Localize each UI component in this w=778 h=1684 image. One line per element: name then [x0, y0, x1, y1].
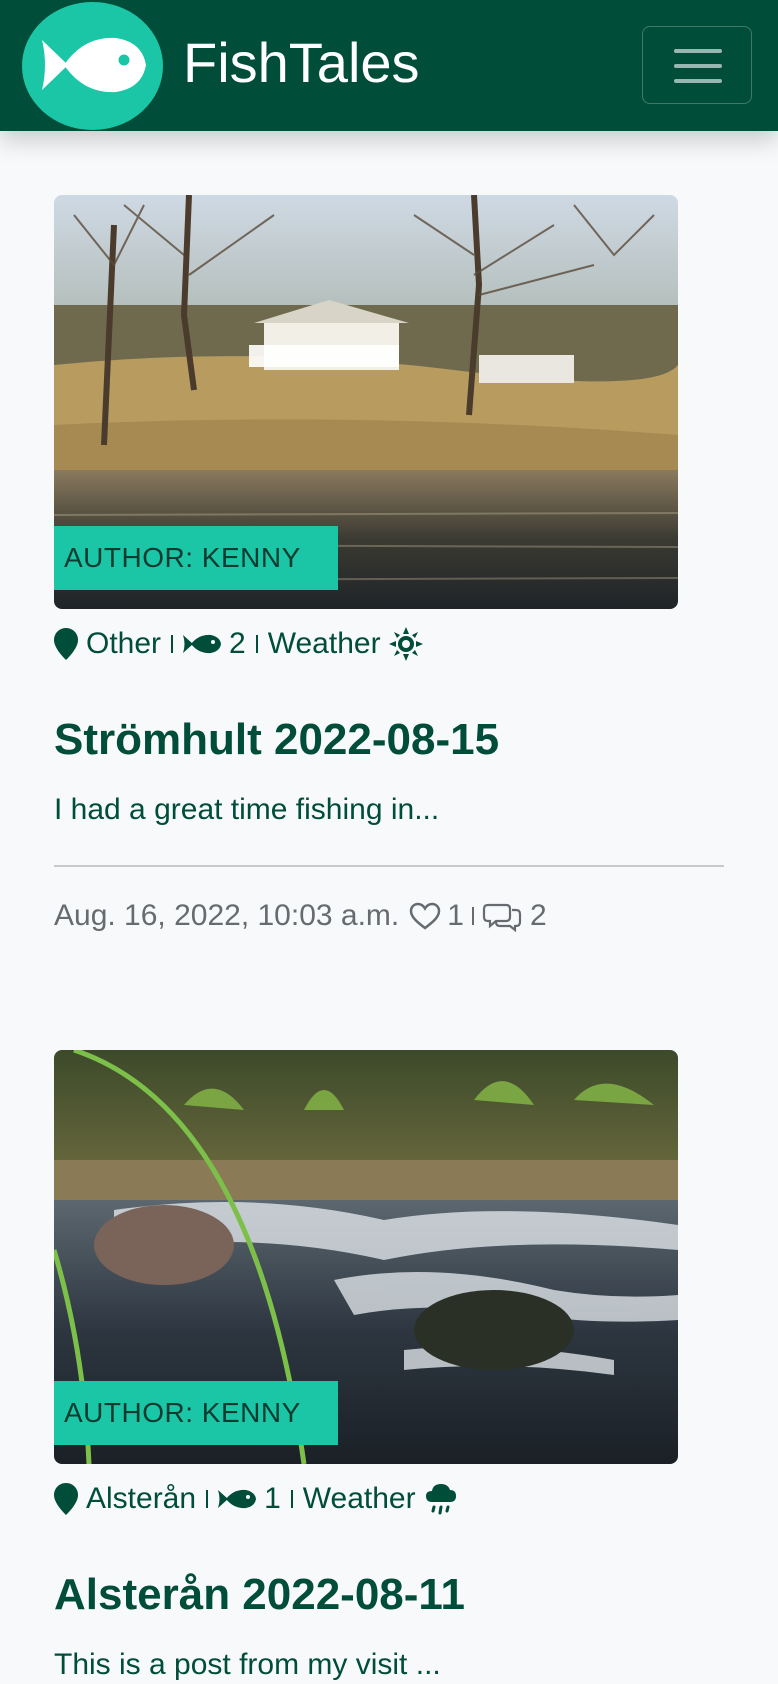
separator [206, 1490, 209, 1508]
weather-label: Weather [302, 1482, 416, 1515]
separator [255, 635, 258, 653]
like-count: 1 [447, 899, 464, 932]
author-badge: AUTHOR: KENNY [54, 526, 338, 590]
post-card[interactable]: AUTHOR: KENNY Other 2 Weather Strömhult … [54, 195, 724, 955]
location-label: Other [86, 627, 162, 660]
post-footer: Aug. 16, 2022, 10:03 a.m. 1 2 [54, 899, 547, 933]
comments-icon[interactable] [482, 900, 522, 932]
author-badge: AUTHOR: KENNY [54, 1381, 338, 1445]
post-title[interactable]: Alsterån 2022-08-11 [54, 1570, 465, 1620]
heart-icon[interactable] [409, 902, 441, 930]
location-label: Alsterån [86, 1482, 197, 1515]
sun-icon [388, 627, 423, 661]
post-date: Aug. 16, 2022, 10:03 a.m. [54, 899, 400, 932]
fish-count: 1 [264, 1482, 281, 1515]
post-image[interactable]: AUTHOR: KENNY [54, 1050, 678, 1464]
rain-cloud-icon [425, 1484, 456, 1515]
hamburger-icon-bar [674, 64, 722, 68]
fish-icon [183, 634, 222, 654]
separator [290, 1490, 293, 1508]
hamburger-icon [674, 49, 722, 53]
separator [471, 907, 474, 925]
navbar: FishTales [0, 0, 778, 131]
post-meta: Alsterån 1 Weather [54, 1482, 458, 1516]
weather-label: Weather [267, 627, 381, 660]
comment-count: 2 [529, 899, 547, 932]
divider [54, 865, 724, 867]
brand-name[interactable]: FishTales [183, 30, 420, 95]
map-marker-icon [54, 628, 78, 660]
post-card[interactable]: AUTHOR: KENNY Alsterån 1 Weather Alsterå… [54, 1050, 724, 1684]
post-meta: Other 2 Weather [54, 627, 423, 661]
fish-count: 2 [229, 627, 246, 660]
logo[interactable] [22, 2, 163, 130]
map-marker-icon [54, 1483, 78, 1515]
post-excerpt: I had a great time fishing in... [54, 793, 440, 826]
hamburger-icon-bar [674, 79, 722, 83]
post-image[interactable]: AUTHOR: KENNY [54, 195, 678, 609]
fish-icon [218, 1489, 257, 1509]
menu-toggle-button[interactable] [642, 26, 752, 104]
post-excerpt: This is a post from my visit ... [54, 1648, 441, 1681]
separator [171, 635, 174, 653]
post-title[interactable]: Strömhult 2022-08-15 [54, 715, 499, 765]
fish-icon [42, 37, 146, 93]
